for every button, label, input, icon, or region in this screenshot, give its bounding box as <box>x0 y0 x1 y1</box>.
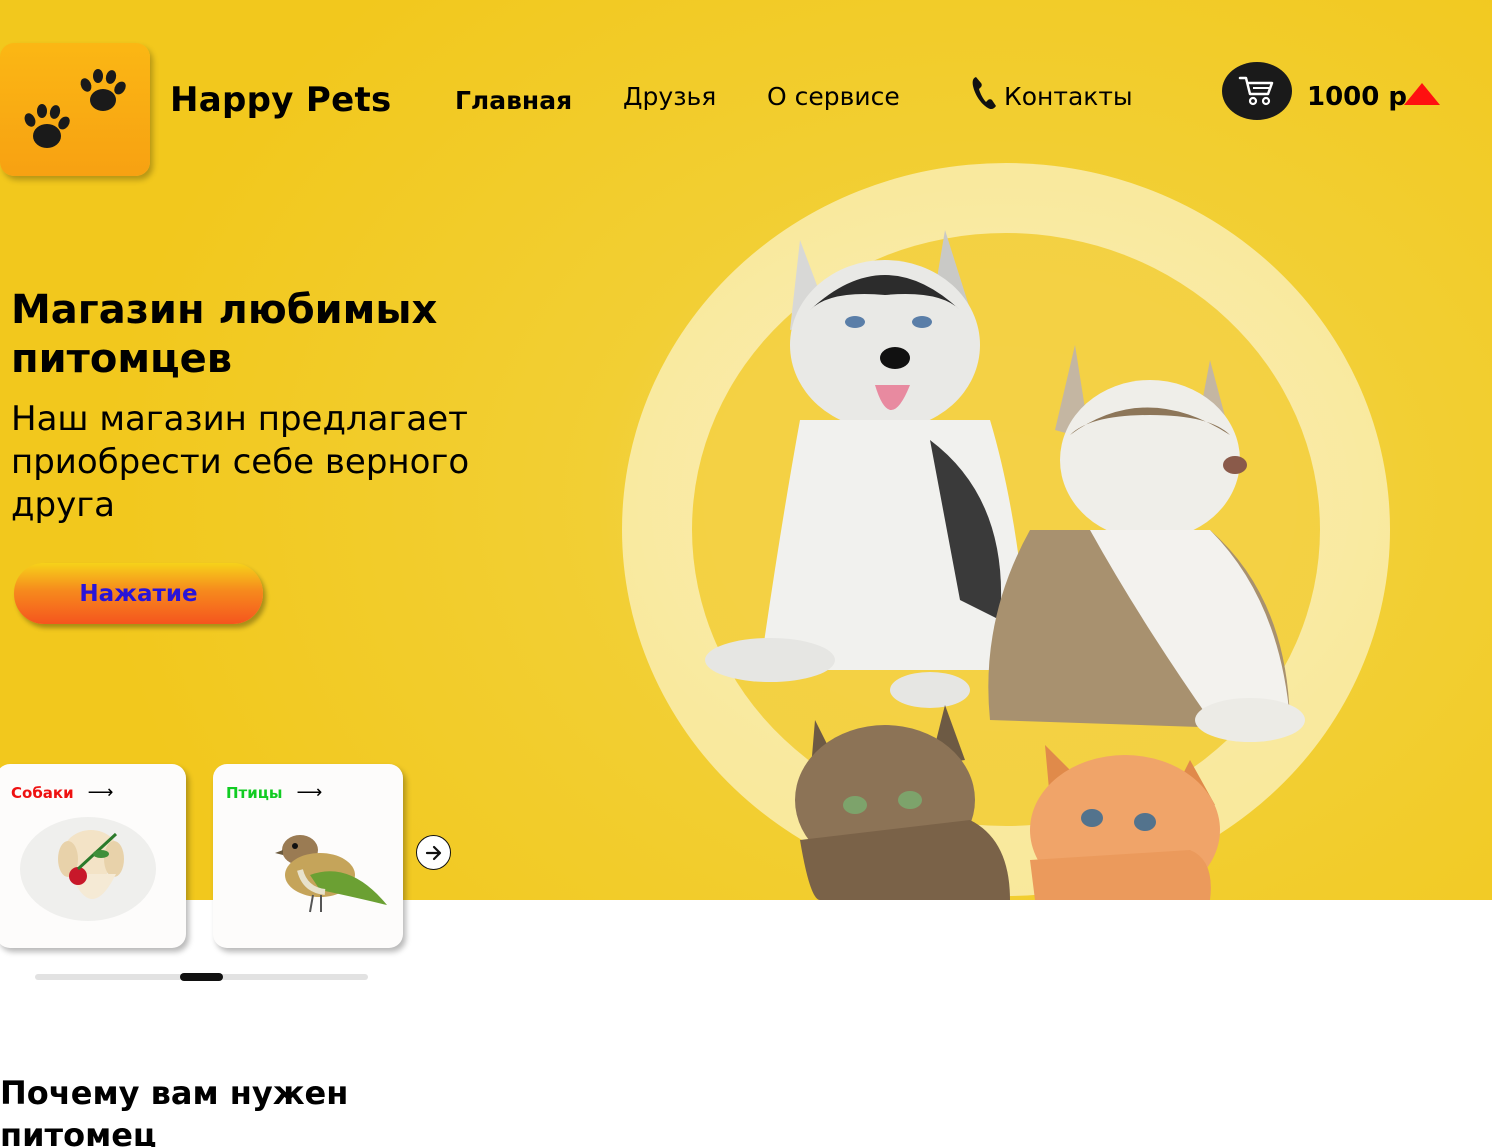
bird-image <box>275 835 387 913</box>
dog-image <box>20 817 156 921</box>
arrow-right-icon: ⟶ <box>296 782 323 803</box>
section-title: Почему вам нужен питомец <box>0 1074 349 1147</box>
arrow-right-icon: ⟶ <box>87 782 114 803</box>
category-card-dogs[interactable]: Собаки ⟶ <box>0 764 186 948</box>
nav-contacts-label: Контакты <box>1004 82 1133 111</box>
arrow-right-icon <box>425 845 441 860</box>
kitten-left <box>795 705 1010 900</box>
cta-button[interactable]: Нажатие <box>14 563 263 624</box>
pets-image <box>705 230 1305 900</box>
nav-contacts[interactable]: Контакты <box>970 74 1133 111</box>
nav-home[interactable]: Главная <box>455 86 572 115</box>
logo[interactable] <box>0 43 150 176</box>
brand-name[interactable]: Happy Pets <box>170 80 392 120</box>
kitten-right <box>1030 745 1220 900</box>
card-header: Птицы ⟶ <box>226 782 322 803</box>
triangle-up-icon[interactable] <box>1404 83 1440 105</box>
hero-subtitle: Наш магазин предлагает приобрести себе в… <box>11 399 470 525</box>
puppy-left <box>705 230 1030 708</box>
hero-title: Магазин любимых питомцев <box>11 287 438 382</box>
category-card-birds[interactable]: Птицы ⟶ <box>213 764 403 948</box>
carousel-scroll-thumb[interactable] <box>180 973 223 981</box>
puppy-right <box>988 345 1305 742</box>
category-label: Собаки <box>11 783 74 802</box>
cart-icon <box>1238 76 1274 106</box>
category-label: Птицы <box>226 783 283 802</box>
nav-friends[interactable]: Друзья <box>623 82 716 111</box>
cart-button[interactable] <box>1222 62 1292 120</box>
card-header: Собаки ⟶ <box>11 782 113 803</box>
paw-icon <box>24 69 126 148</box>
phone-icon <box>970 75 998 111</box>
cart-amount: 1000 р <box>1307 82 1408 112</box>
carousel-next-button[interactable] <box>416 835 451 870</box>
nav-about[interactable]: О сервисе <box>767 82 900 111</box>
